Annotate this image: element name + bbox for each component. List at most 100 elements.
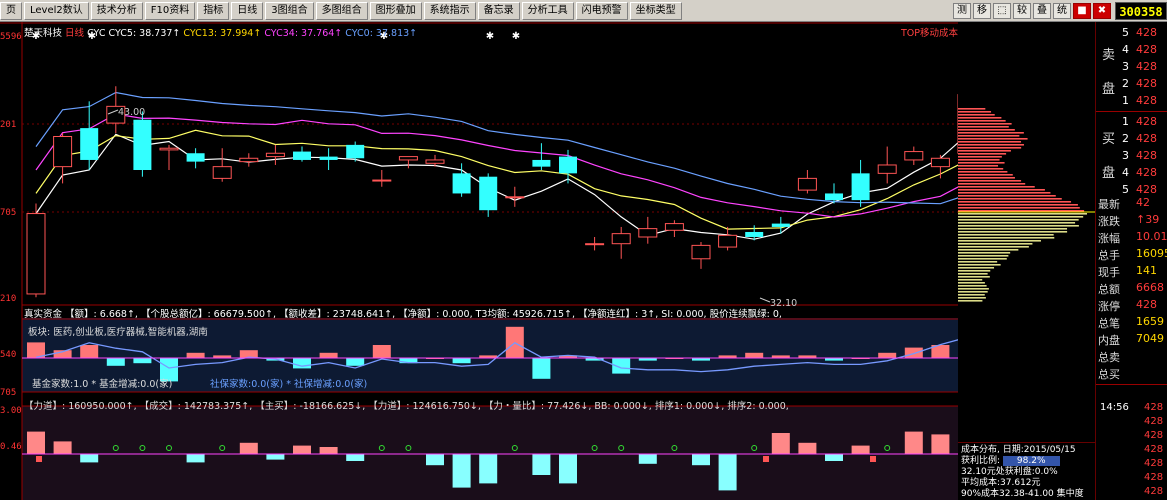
toolbar-item-3[interactable]: F10资料 [145,2,195,20]
candle-body [905,152,923,160]
fund-bar [532,358,550,379]
cost-profile-bar [958,282,985,284]
order-level-num: 2 [1122,132,1129,145]
cost-profile-bar [958,150,1011,152]
order-level-row: 4 428 [1098,166,1167,182]
quote-field-6-label: 涨停 [1098,298,1120,314]
toolbar-item-2[interactable]: 技术分析 [91,2,143,20]
fund-bar [107,358,125,366]
toolbar-item-12[interactable]: 闪电预警 [576,2,628,20]
order-level-row: 1 428 [1098,94,1167,110]
avg-cost: 平均成本:37.612元 [961,478,1092,489]
toolbar-button-3[interactable]: 较 [1013,3,1031,19]
candle-body [27,214,45,294]
force-bar [719,454,737,490]
quote-field-6: 涨停 428 [1098,298,1167,314]
star-marker-icon: ✱ [486,31,494,42]
candle-body [559,157,577,174]
toolbar-button-6[interactable]: ■ [1073,3,1091,19]
force-bar [825,454,843,461]
order-level-price: 428 [1136,149,1157,162]
order-level-row: 1 428 [1098,115,1167,131]
cost-profile-bar [958,192,1050,194]
quote-field-3: 总手 16095 [1098,247,1167,263]
force-bar [266,454,284,460]
order-level-row: 4 428 [1098,43,1167,59]
cost-profile-bar [958,114,995,116]
toolbar-button-5[interactable]: 统 [1053,3,1071,19]
toolbar-item-1[interactable]: Level2数认 [24,2,89,20]
order-level-num: 1 [1122,94,1129,107]
quote-field-3-label: 总手 [1098,247,1120,263]
toolbar-item-0[interactable]: 页 [0,2,22,20]
candle-body [399,157,417,160]
toolbar-item-6[interactable]: 3图组合 [265,2,313,20]
cost-profile-svg [958,22,1095,442]
force-bar [346,454,364,461]
force-bar [798,443,816,454]
toolbar-item-11[interactable]: 分析工具 [522,2,574,20]
toolbar-item-10[interactable]: 备忘录 [478,2,520,20]
period-label: 日线 [65,28,84,39]
toolbar-button-7[interactable]: ✖ [1093,3,1111,19]
quote-field-4-label: 现手 [1098,264,1120,280]
cost-profile-bar [958,189,1045,191]
cost-profile-bar [958,231,1067,233]
toolbar-button-0[interactable]: 测 [953,3,971,19]
force-bar [639,454,657,464]
quote-field-8-value: 7049 [1136,332,1164,345]
tick-price: 428 [1144,430,1163,441]
quote-field-5-label: 总额 [1098,281,1120,297]
toolbar-item-5[interactable]: 日线 [231,2,263,20]
force-bar [692,454,710,465]
toolbar-button-2[interactable]: ⬚ [993,3,1011,19]
stock-code[interactable]: 300358 [1115,2,1167,20]
social-count-label: 社保家数:0.0(家) * 社保增减:0.0(家) [210,376,367,390]
cost-profile-bar [958,240,1041,242]
cyc13-value: CYC13: 37.994↑ [183,28,261,39]
fund-count-label: 基金家数:1.0 * 基金增减:0.0(家) [32,376,172,390]
cost-profile-bar [958,177,1015,179]
fund-axis-a: 540 [0,350,16,360]
toolbar-item-7[interactable]: 多图组合 [316,2,368,20]
cost-profile-bar [958,120,1006,122]
cost-profile-bar [958,207,1080,209]
quote-field-1: 涨跌 ↑39 [1098,213,1167,229]
cost-profile-bar [958,243,1032,245]
candle-body [187,153,205,161]
axis-label-b: 705 [0,208,16,218]
cost-profile-bar [958,297,986,299]
profit-value: 98.2% [1003,456,1060,466]
order-level-num: 2 [1122,77,1129,90]
quote-field-5: 总额 6668 [1098,281,1167,297]
toolbar-item-13[interactable]: 坐标类型 [630,2,682,20]
cost-profile-bar [958,165,998,167]
toolbar-button-4[interactable]: 叠 [1033,3,1051,19]
order-level-price: 428 [1136,183,1157,196]
cost-concentration: 90%成本32.38-41.00 集中度11 [961,489,1092,500]
quote-field-10-label: 总买 [1098,366,1120,382]
quote-field-9-label: 总卖 [1098,349,1120,365]
axis-label-a: 201 [0,120,16,130]
fund-axis-b: 705 [0,388,16,398]
cost-profile-bar [958,267,994,269]
toolbar-item-9[interactable]: 系统指示 [424,2,476,20]
candle-body [772,224,790,227]
candle-body [586,244,604,245]
chart-svg[interactable]: ✱ ✱ ✱ ✱ ✱ [0,22,958,500]
toolbar-button-1[interactable]: 移 [973,3,991,19]
tick-price: 428 [1144,416,1163,427]
quote-field-5-value: 6668 [1136,281,1164,294]
fund-bar [320,353,338,358]
candle-body [80,128,98,160]
quote-field-3-value: 16095 [1136,247,1167,260]
cost-profile-bar [958,156,1002,158]
cost-profile-bar [958,186,1035,188]
quote-field-10: 总买 [1098,366,1167,382]
toolbar-item-8[interactable]: 图形叠加 [370,2,422,20]
order-level-price: 428 [1136,43,1157,56]
cost-profile-bar [958,129,1015,131]
fund-bar [878,353,896,358]
toolbar-item-4[interactable]: 指标 [197,2,229,20]
force-bar [240,443,258,454]
